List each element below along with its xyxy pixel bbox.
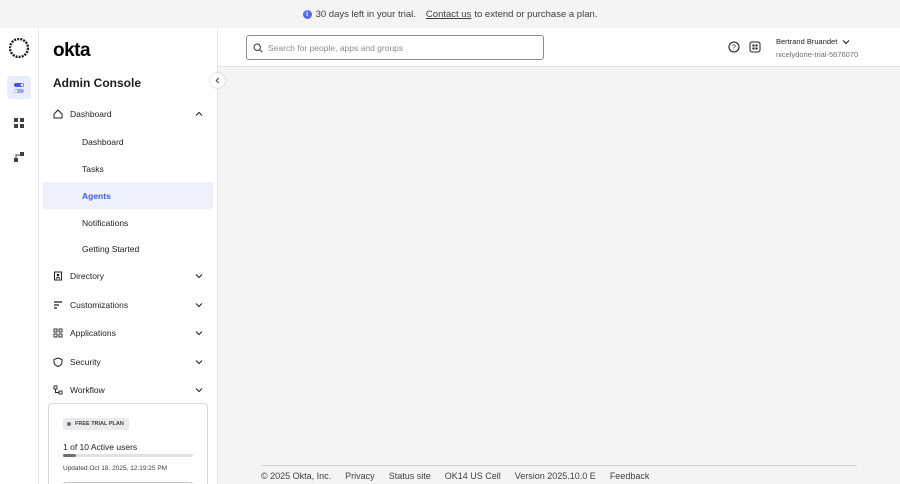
- chevron-left-icon: [215, 77, 220, 84]
- nav-group-label: Customizations: [70, 300, 129, 310]
- progress-fill: [63, 454, 76, 457]
- applications-icon: [53, 328, 63, 338]
- nav-group-customizations[interactable]: Customizations: [43, 291, 213, 319]
- nav-item-tasks[interactable]: Tasks: [43, 155, 213, 182]
- apps-dashboard-icon[interactable]: [7, 111, 31, 134]
- search-icon: [253, 42, 263, 53]
- nav-group-dashboard[interactable]: Dashboard: [43, 100, 213, 128]
- nav-group-workflow[interactable]: Workflow: [43, 376, 213, 404]
- app-grid-icon[interactable]: [749, 41, 761, 53]
- nav-group-security[interactable]: Security: [43, 348, 213, 376]
- nav-item-notifications[interactable]: Notifications: [43, 209, 213, 236]
- admin-sidebar: okta Admin Console Dashboard Dashboard T…: [39, 28, 218, 484]
- active-users-count: 1 of 10 Active users: [63, 442, 138, 452]
- nav-group-label: Directory: [70, 271, 105, 281]
- chevron-down-icon: [195, 274, 203, 279]
- global-search[interactable]: [246, 35, 544, 60]
- chevron-down-icon: [195, 303, 203, 308]
- privacy-link[interactable]: Privacy: [345, 471, 375, 481]
- okta-sunburst-icon[interactable]: [9, 38, 29, 58]
- search-input[interactable]: [268, 42, 538, 53]
- directory-icon: [54, 271, 62, 281]
- plan-badge: FREE TRIAL PLAN: [63, 418, 129, 430]
- feedback-link[interactable]: Feedback: [610, 471, 650, 481]
- chevron-down-icon: [195, 388, 203, 393]
- customizations-icon: [54, 301, 62, 309]
- workflow-icon: [53, 385, 63, 395]
- chevron-down-icon: [195, 360, 203, 365]
- org-name: nicelydone-trial-5676070: [776, 50, 859, 59]
- home-icon: [53, 109, 63, 119]
- nav-item-agents[interactable]: Agents: [43, 182, 213, 209]
- chevron-up-icon: [195, 111, 203, 116]
- chevron-down-icon: [842, 39, 850, 44]
- cell-label: OK14 US Cell: [444, 471, 501, 481]
- status-site-link[interactable]: Status site: [389, 471, 431, 481]
- user-name: Bertrand Bruandet: [776, 37, 838, 46]
- okta-logo[interactable]: okta: [53, 40, 91, 62]
- info-icon: i: [302, 9, 312, 19]
- contact-suffix: to extend or purchase a plan.: [474, 8, 598, 20]
- admin-console-app-icon[interactable]: [7, 76, 31, 99]
- nav-item-dashboard[interactable]: Dashboard: [43, 128, 213, 155]
- plan-updated-timestamp: Updated Oct 18, 2025, 12:19:25 PM: [63, 465, 168, 472]
- page-footer: © 2025 Okta, Inc. Privacy Status site OK…: [261, 465, 857, 481]
- nav-group-directory[interactable]: Directory: [43, 262, 213, 290]
- nav-group-label: Workflow: [70, 385, 105, 395]
- svg-text:?: ?: [732, 45, 736, 52]
- trial-banner: i 30 days left in your trial. Contact us…: [0, 0, 900, 28]
- console-title: Admin Console: [53, 76, 142, 90]
- version-label: Version 2025.10.0 E: [514, 471, 596, 481]
- contact-us-link[interactable]: Contact us: [426, 9, 471, 20]
- collapse-sidebar-button[interactable]: [210, 73, 225, 88]
- chevron-down-icon: [195, 331, 203, 336]
- trial-text: 30 days left in your trial.: [315, 8, 416, 20]
- trial-plan-card: FREE TRIAL PLAN 1 of 10 Active users Upd…: [48, 403, 208, 484]
- nav-group-applications[interactable]: Applications: [43, 319, 213, 347]
- nav-group-label: Applications: [70, 328, 116, 338]
- copyright-text: © 2025 Okta, Inc.: [261, 471, 332, 481]
- active-users-progress: [63, 454, 193, 457]
- nav-group-label: Security: [70, 357, 101, 367]
- app-switcher-rail: [0, 28, 39, 484]
- nav-group-label: Dashboard: [70, 109, 112, 119]
- workflows-app-icon[interactable]: [7, 145, 31, 168]
- user-menu[interactable]: Bertrand Bruandet nicelydone-trial-56760…: [776, 37, 858, 59]
- shield-icon: [53, 357, 63, 367]
- top-header: ? Bertrand Bruandet nicelydone-trial-567…: [218, 28, 900, 67]
- help-icon[interactable]: ?: [728, 41, 740, 53]
- nav-item-getting-started[interactable]: Getting Started: [43, 235, 213, 262]
